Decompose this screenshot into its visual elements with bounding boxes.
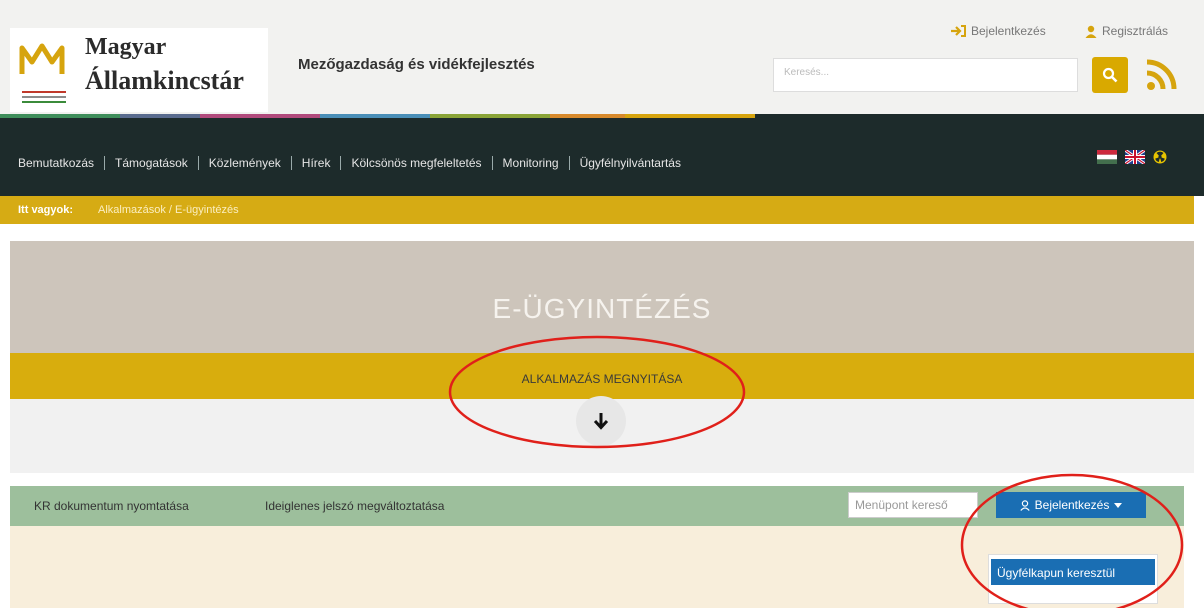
search-button[interactable] bbox=[1092, 57, 1128, 93]
nav-separator bbox=[104, 156, 106, 170]
register-link-label: Regisztrálás bbox=[1102, 24, 1169, 38]
breadcrumb-label: Itt vagyok: bbox=[18, 204, 74, 216]
hero-banner: E-ÜGYINTÉZÉS bbox=[10, 241, 1194, 353]
open-application-arrow-button[interactable] bbox=[576, 396, 626, 446]
login-link[interactable]: Bejelentkezés bbox=[950, 24, 1046, 38]
nav-item-hirek[interactable]: Hírek bbox=[302, 156, 341, 170]
arrow-down-icon bbox=[593, 413, 609, 430]
login-dropdown-menu: Ügyfélkapun keresztül bbox=[988, 554, 1158, 604]
hungarian-flag-icon[interactable] bbox=[1097, 150, 1117, 164]
nav-separator bbox=[491, 156, 493, 170]
nav-list: Bemutatkozás Támogatások Közlemények Hír… bbox=[18, 156, 691, 170]
breadcrumb-path[interactable]: Alkalmazások / E-ügyintézés bbox=[98, 204, 239, 216]
accessibility-icon[interactable] bbox=[1153, 150, 1167, 164]
logo-stripes bbox=[22, 91, 66, 106]
login-link-label: Bejelentkezés bbox=[971, 24, 1046, 38]
crown-logo-icon bbox=[19, 43, 65, 74]
temp-password-change-link[interactable]: Ideiglenes jelszó megváltoztatása bbox=[265, 499, 444, 513]
language-switcher bbox=[1097, 150, 1167, 164]
uk-flag-icon[interactable] bbox=[1125, 150, 1145, 164]
nav-separator bbox=[197, 156, 199, 170]
open-application-label[interactable]: ALKALMAZÁS MEGNYITÁSA bbox=[10, 372, 1194, 386]
caret-down-icon bbox=[1114, 502, 1123, 508]
user-icon bbox=[1085, 25, 1097, 38]
search-icon bbox=[1102, 67, 1118, 83]
user-icon bbox=[1019, 499, 1030, 511]
nav-separator bbox=[290, 156, 292, 170]
nav-separator bbox=[568, 156, 570, 170]
kr-document-print-link[interactable]: KR dokumentum nyomtatása bbox=[34, 499, 189, 513]
main-nav: Bemutatkozás Támogatások Közlemények Hír… bbox=[0, 118, 1204, 196]
rss-icon[interactable] bbox=[1143, 57, 1179, 93]
nav-item-monitoring[interactable]: Monitoring bbox=[503, 156, 569, 170]
nav-item-ugyfelnyilvantartas[interactable]: Ügyfélnyilvántartás bbox=[580, 156, 691, 170]
nav-separator bbox=[340, 156, 342, 170]
page-title: E-ÜGYINTÉZÉS bbox=[492, 293, 712, 324]
app-toolbar: KR dokumentum nyomtatása Ideiglenes jels… bbox=[10, 486, 1184, 526]
site-logo[interactable]: Magyar Államkincstár bbox=[10, 28, 268, 112]
site-header: Magyar Államkincstár Mezőgazdaság és vid… bbox=[0, 0, 1204, 118]
login-button-label: Bejelentkezés bbox=[1034, 498, 1110, 512]
search-input[interactable]: Keresés... bbox=[773, 58, 1078, 92]
nav-item-bemutatkozas[interactable]: Bemutatkozás bbox=[18, 156, 104, 170]
nav-item-kozlemenyek[interactable]: Közlemények bbox=[209, 156, 291, 170]
breadcrumb: Itt vagyok: Alkalmazások / E-ügyintézés bbox=[0, 196, 1194, 224]
login-dropdown-button[interactable]: Bejelentkezés bbox=[996, 492, 1146, 518]
login-arrow-icon bbox=[951, 25, 966, 37]
register-link[interactable]: Regisztrálás bbox=[1085, 24, 1168, 38]
open-application-band[interactable]: ALKALMAZÁS MEGNYITÁSA bbox=[10, 353, 1194, 399]
dropdown-item-ugyfelkapu[interactable]: Ügyfélkapun keresztül bbox=[991, 559, 1155, 585]
nav-item-kolcsonos[interactable]: Kölcsönös megfeleltetés bbox=[351, 156, 491, 170]
nav-item-tamogatasok[interactable]: Támogatások bbox=[115, 156, 198, 170]
logo-text-line1: Magyar bbox=[85, 34, 167, 60]
menu-search-input[interactable]: Menüpont kereső bbox=[848, 492, 978, 518]
site-topic: Mezőgazdaság és vidékfejlesztés bbox=[298, 56, 535, 73]
logo-text-line2: Államkincstár bbox=[85, 66, 244, 95]
